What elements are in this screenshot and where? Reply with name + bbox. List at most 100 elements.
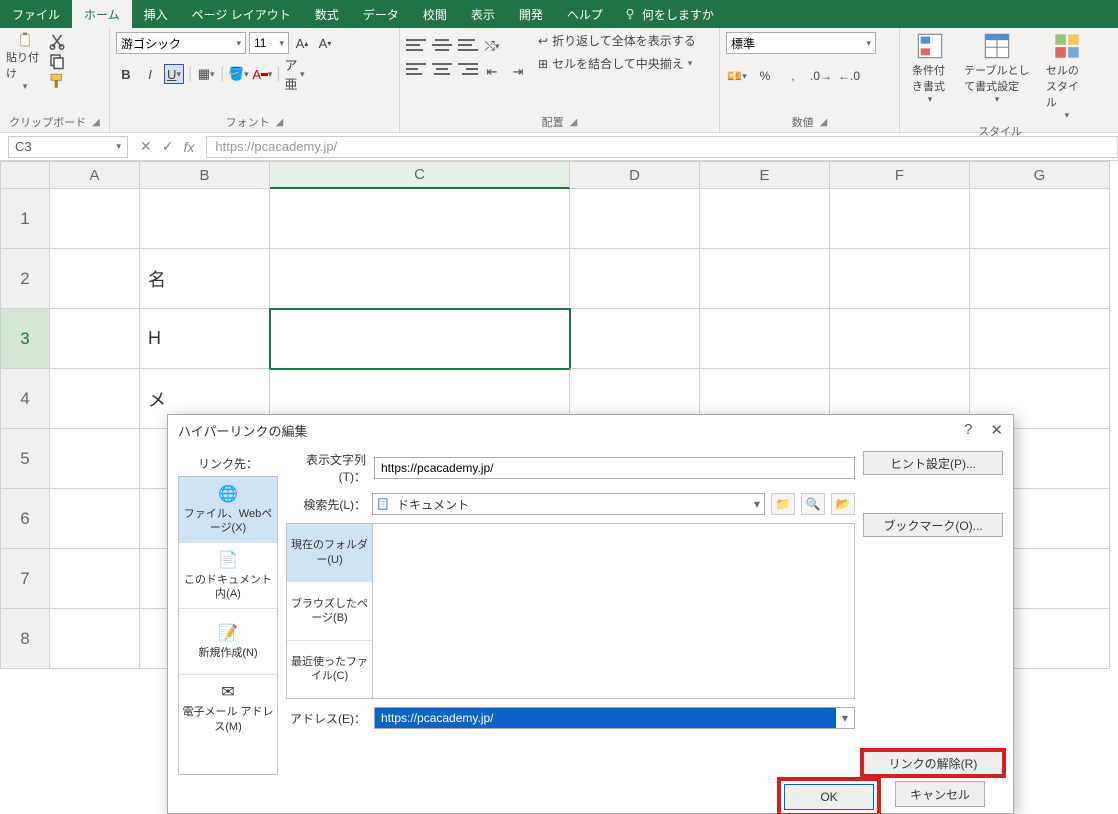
bold-button[interactable]: B [116,64,136,84]
dialog-titlebar[interactable]: ハイパーリンクの編集 ? ✕ [168,415,1013,445]
bookmark-button[interactable]: ブックマーク(O)... [863,513,1003,537]
format-as-table-button[interactable]: テーブルとして書式設定▾ [958,32,1036,105]
col-header-a[interactable]: A [50,161,140,189]
increase-indent-button[interactable]: ⇥ [508,62,528,82]
look-in-combo[interactable]: ドキュメント ▾ [372,493,765,515]
cell[interactable] [700,309,830,369]
menu-insert[interactable]: 挿入 [132,0,180,28]
border-button[interactable]: ▦▾ [196,64,216,84]
cell[interactable] [570,309,700,369]
browse-tab-recent-files[interactable]: 最近使ったファイル(C) [287,641,373,698]
row-header-1[interactable]: 1 [0,189,50,249]
percent-button[interactable]: % [754,66,776,86]
font-size-select[interactable]: 11▾ [249,32,289,54]
increase-decimal-button[interactable]: .0→ [810,66,832,86]
cell[interactable] [970,249,1110,309]
cell[interactable] [50,429,140,489]
col-header-e[interactable]: E [700,161,830,189]
cell[interactable] [140,189,270,249]
decrease-indent-button[interactable]: ⇤ [482,62,502,82]
cell[interactable] [50,309,140,369]
accounting-format-button[interactable]: 💴▾ [726,66,748,86]
row-header-4[interactable]: 4 [0,369,50,429]
cell[interactable] [830,309,970,369]
format-painter-icon[interactable] [48,72,66,90]
active-cell[interactable] [270,309,570,369]
display-text-input[interactable] [374,457,855,479]
font-family-select[interactable]: 游ゴシック▾ [116,32,246,54]
underline-button[interactable]: U ▾ [164,64,184,84]
decrease-decimal-button[interactable]: ←.0 [838,66,860,86]
comma-button[interactable]: , [782,66,804,86]
cell[interactable] [50,489,140,549]
row-header-5[interactable]: 5 [0,429,50,489]
menu-formulas[interactable]: 数式 [303,0,351,28]
merge-center-button[interactable]: ⊞セルを結合して中央揃え▾ [538,55,696,72]
align-left-button[interactable] [406,60,426,78]
cell[interactable] [50,249,140,309]
cell[interactable] [50,189,140,249]
cell[interactable] [700,249,830,309]
italic-button[interactable]: I [140,64,160,84]
col-header-d[interactable]: D [570,161,700,189]
enter-formula-icon[interactable]: ✓ [162,138,174,155]
cell-styles-button[interactable]: セルのスタイル▾ [1040,32,1094,121]
close-icon[interactable]: ✕ [990,421,1003,439]
cell[interactable] [270,189,570,249]
cell[interactable] [700,189,830,249]
cell[interactable] [570,249,700,309]
row-header-7[interactable]: 7 [0,549,50,609]
alignment-launcher-icon[interactable]: ◢ [570,117,578,128]
menu-home[interactable]: ホーム [72,0,132,28]
browse-web-button[interactable]: 🔍 [801,493,825,515]
font-launcher-icon[interactable]: ◢ [276,117,284,128]
linkto-this-document[interactable]: 📄このドキュメント内(A) [179,543,277,609]
wrap-text-button[interactable]: ↩折り返して全体を表示する [538,32,696,49]
col-header-f[interactable]: F [830,161,970,189]
col-header-c[interactable]: C [270,161,570,189]
align-bottom-button[interactable] [458,36,478,54]
linkto-email[interactable]: ✉電子メール アドレス(M) [179,675,277,741]
help-icon[interactable]: ? [964,421,972,439]
align-center-button[interactable] [432,60,452,78]
linkto-new-document[interactable]: 📝新規作成(N) [179,609,277,675]
align-top-button[interactable] [406,36,426,54]
row-header-3[interactable]: 3 [0,309,50,369]
address-value[interactable]: https://pcacademy.jp/ [375,708,836,728]
select-all-corner[interactable] [0,161,50,189]
cell[interactable]: H [140,309,270,369]
cut-icon[interactable] [48,32,66,50]
linkto-file-web[interactable]: 🌐ファイル、Webページ(X) [179,477,277,543]
menu-help[interactable]: ヘルプ [555,0,615,28]
ok-button[interactable]: OK [784,784,874,810]
cancel-button[interactable]: キャンセル [895,781,985,807]
cell[interactable]: 名 [140,249,270,309]
cell[interactable] [270,249,570,309]
clipboard-launcher-icon[interactable]: ◢ [92,117,100,128]
row-header-2[interactable]: 2 [0,249,50,309]
row-header-6[interactable]: 6 [0,489,50,549]
menu-view[interactable]: 表示 [459,0,507,28]
insert-function-icon[interactable]: fx [183,139,194,155]
address-combo[interactable]: https://pcacademy.jp/ ▾ [374,707,855,729]
cell[interactable] [50,549,140,609]
cell[interactable] [830,249,970,309]
cancel-formula-icon[interactable]: ✕ [140,138,152,155]
decrease-font-button[interactable]: A▾ [315,33,335,53]
browse-tab-current-folder[interactable]: 現在のフォルダー(U) [287,524,373,582]
menu-pagelayout[interactable]: ページ レイアウト [180,0,303,28]
menu-file[interactable]: ファイル [0,0,72,28]
col-header-b[interactable]: B [140,161,270,189]
cell[interactable] [970,189,1110,249]
orientation-button[interactable]: ⤭▾ [482,36,502,56]
conditional-format-button[interactable]: 条件付き書式▾ [906,32,954,105]
cell[interactable] [970,309,1110,369]
col-header-g[interactable]: G [970,161,1110,189]
align-middle-button[interactable] [432,36,452,54]
number-launcher-icon[interactable]: ◢ [820,117,828,128]
font-color-button[interactable]: A▾ [252,64,272,84]
phonetic-button[interactable]: ア亜▾ [284,64,304,84]
screentip-button[interactable]: ヒント設定(P)... [863,451,1003,475]
align-right-button[interactable] [458,60,478,78]
row-header-8[interactable]: 8 [0,609,50,669]
